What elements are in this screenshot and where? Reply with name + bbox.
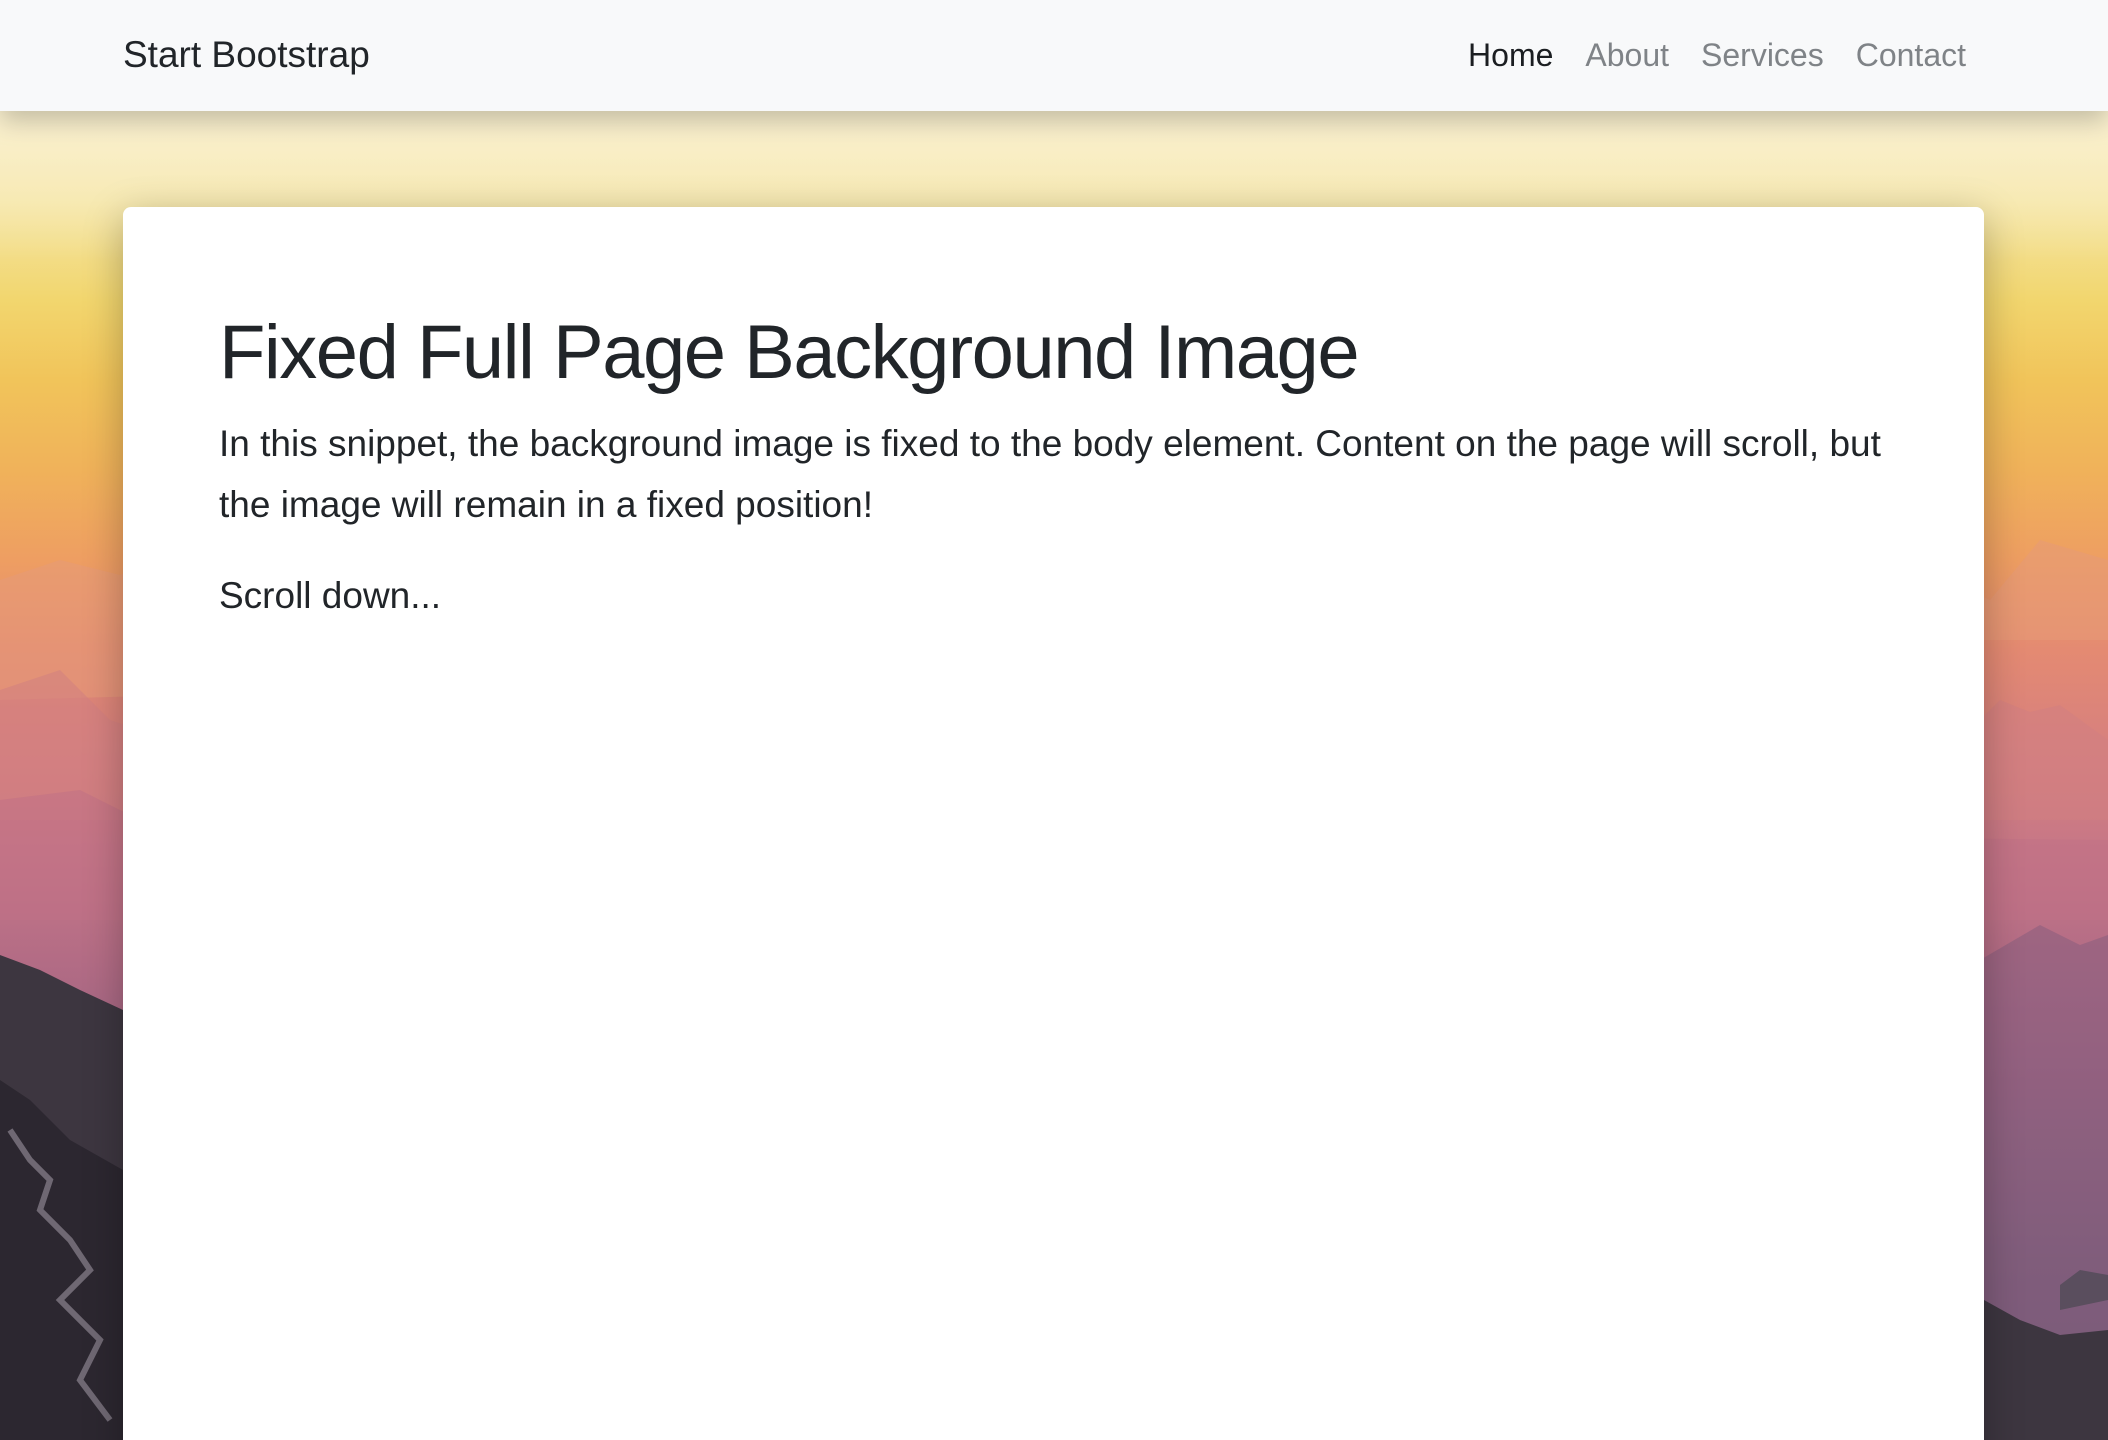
scroll-hint: Scroll down... — [219, 575, 442, 616]
nav-item-services: Services — [1701, 30, 1824, 80]
content-card: Fixed Full Page Background Image In this… — [123, 207, 1984, 1440]
navbar: Start Bootstrap Home About Services Cont… — [0, 0, 2108, 111]
nav-link-about[interactable]: About — [1585, 37, 1669, 73]
lead-paragraph: In this snippet, the background image is… — [219, 423, 1881, 525]
nav-link-services[interactable]: Services — [1701, 37, 1824, 73]
nav-item-home: Home — [1468, 30, 1553, 80]
nav-item-contact: Contact — [1856, 30, 1966, 80]
brand-link[interactable]: Start Bootstrap — [123, 30, 370, 80]
page-title: Fixed Full Page Background Image — [219, 310, 1360, 395]
nav-links: Home About Services Contact — [1468, 30, 1966, 80]
card-body: Fixed Full Page Background Image In this… — [219, 307, 1919, 626]
nav-item-about: About — [1585, 30, 1669, 80]
nav-link-contact[interactable]: Contact — [1856, 37, 1966, 73]
nav-link-home[interactable]: Home — [1468, 37, 1553, 73]
